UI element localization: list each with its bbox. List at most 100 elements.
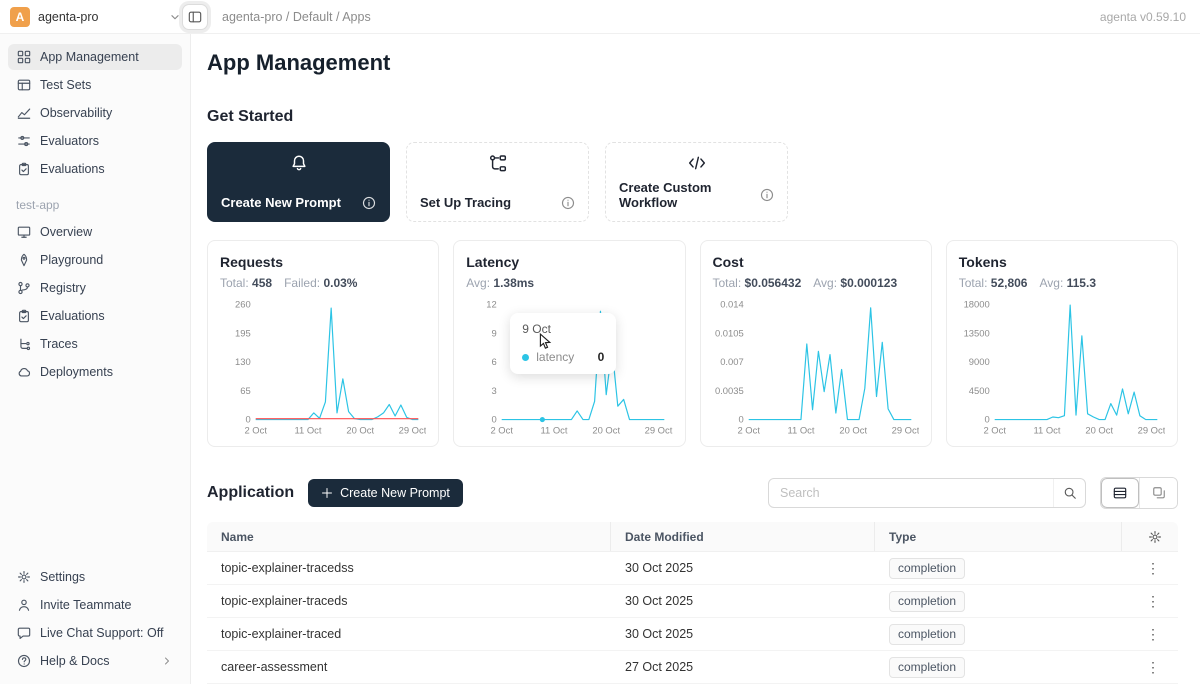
svg-text:0: 0 [492,414,497,425]
stat-label: Total: [713,276,742,290]
svg-text:6: 6 [492,356,497,367]
get-started-cards: Create New Prompt Set Up Tracing Create Cu… [207,142,1178,222]
sidebar-item-label: Traces [40,337,78,351]
sidebar-app-section-label: test-app [8,182,182,219]
svg-text:0: 0 [738,414,743,425]
app-version: agenta v0.59.10 [1100,10,1186,24]
stat-card-latency: LatencyAvg: 1.38ms1296302 Oct11 Oct20 Oc… [453,240,685,447]
sidebar-item-observability[interactable]: Observability [8,100,182,126]
cloud-icon [16,365,31,379]
svg-text:0: 0 [984,414,989,425]
stat-value: 52,806 [991,276,1028,290]
chart-requests: 2601951306502 Oct11 Oct20 Oct29 Oct [220,298,426,441]
table-row[interactable]: career-assessment27 Oct 2025completion⋮ [207,651,1178,684]
series-dot-icon [522,354,529,361]
sidebar-item-evaluations[interactable]: Evaluations [8,303,182,329]
info-icon[interactable] [362,196,376,210]
sidebar-item-overview[interactable]: Overview [8,219,182,245]
sidebar-item-label: Invite Teammate [40,598,131,612]
sidebar: App Management Test Sets Observability Eval… [0,34,191,684]
sidebar-item-live-chat-support-off[interactable]: Live Chat Support: Off [8,620,182,646]
sidebar-bottom-nav: Settings Invite Teammate Live Chat Support… [8,564,182,674]
sidebar-item-label: Deployments [40,365,113,379]
app-name[interactable]: career-assessment [207,660,611,674]
svg-text:2 Oct: 2 Oct [737,424,760,435]
info-icon[interactable] [561,196,575,210]
sidebar-item-label: Observability [40,106,112,120]
sidebar-item-test-sets[interactable]: Test Sets [8,72,182,98]
table-row[interactable]: topic-explainer-tracedss30 Oct 2025compl… [207,552,1178,585]
column-header-date-modified: Date Modified [611,522,875,551]
row-menu-button[interactable]: ⋮ [1142,590,1164,612]
type-badge: completion [889,558,965,579]
start-card-create-new-prompt[interactable]: Create New Prompt [207,142,390,222]
sidebar-item-evaluations[interactable]: Evaluations [8,156,182,182]
row-menu-button[interactable]: ⋮ [1142,656,1164,678]
chevron-down-icon [168,10,182,24]
start-card-set-up-tracing[interactable]: Set Up Tracing [406,142,589,222]
gear-icon [16,570,31,584]
stat-value: $0.056432 [745,276,802,290]
stat-card-stats: Total: $0.056432Avg: $0.000123 [713,276,919,290]
svg-text:29 Oct: 29 Oct [645,424,673,435]
sidebar-item-deployments[interactable]: Deployments [8,359,182,385]
app-type-cell: completion [875,657,1122,678]
table-row[interactable]: topic-explainer-traced30 Oct 2025complet… [207,618,1178,651]
svg-text:0.0035: 0.0035 [714,385,743,396]
svg-text:12: 12 [487,299,497,310]
row-menu-button[interactable]: ⋮ [1142,557,1164,579]
mouse-cursor-icon [538,333,553,353]
row-menu-button[interactable]: ⋮ [1142,623,1164,645]
svg-text:20 Oct: 20 Oct [1085,424,1113,435]
table-header: Name Date Modified Type [207,522,1178,552]
sidebar-item-help-docs[interactable]: Help & Docs [8,648,182,674]
stat-card-tokens: TokensTotal: 52,806Avg: 115.318000135009… [946,240,1178,447]
sidebar-collapse-button[interactable] [182,4,208,30]
workspace-switcher[interactable]: A agenta-pro [10,7,182,27]
sidebar-item-registry[interactable]: Registry [8,275,182,301]
sidebar-panel-icon [188,10,202,24]
table-view-button[interactable] [1101,478,1139,508]
sidebar-item-traces[interactable]: Traces [8,331,182,357]
sidebar-item-evaluators[interactable]: Evaluators [8,128,182,154]
table-row[interactable]: topic-explainer-traceds30 Oct 2025comple… [207,585,1178,618]
sidebar-item-playground[interactable]: Playground [8,247,182,273]
svg-text:4500: 4500 [969,385,990,396]
app-name[interactable]: topic-explainer-traceds [207,594,611,608]
stat-value: 1.38ms [493,276,534,290]
start-card-label: Set Up Tracing [420,195,511,210]
tooltip-date: 9 Oct [522,322,604,336]
sidebar-item-label: App Management [40,50,139,64]
search-input[interactable] [769,486,1053,500]
breadcrumb[interactable]: agenta-pro / Default / Apps [222,10,371,24]
start-card-label: Create New Prompt [221,195,341,210]
sidebar-item-invite-teammate[interactable]: Invite Teammate [8,592,182,618]
start-card-create-custom-workflow[interactable]: Create Custom Workflow [605,142,788,222]
svg-text:0: 0 [246,414,251,425]
chart-tooltip: 9 Octlatency0 [510,313,616,374]
svg-text:9: 9 [492,327,497,338]
start-card-label: Create Custom Workflow [619,180,760,210]
search-icon[interactable] [1053,479,1085,507]
info-icon[interactable] [760,188,774,202]
app-name[interactable]: topic-explainer-tracedss [207,561,611,575]
svg-text:13500: 13500 [963,327,989,338]
tracing-icon [420,154,575,172]
application-header: Application Create New Prompt [207,477,1178,509]
sidebar-item-label: Test Sets [40,78,91,92]
table-settings-icon[interactable] [1148,530,1162,544]
column-header-type: Type [875,522,1122,551]
app-name[interactable]: topic-explainer-traced [207,627,611,641]
sidebar-item-settings[interactable]: Settings [8,564,182,590]
create-new-prompt-button[interactable]: Create New Prompt [308,479,463,507]
column-header-name: Name [207,522,611,551]
sidebar-item-label: Help & Docs [40,654,109,668]
svg-text:18000: 18000 [963,299,989,310]
svg-text:65: 65 [240,385,250,396]
card-view-button[interactable] [1139,478,1177,508]
clipboard-icon [16,162,31,176]
sidebar-item-app-management[interactable]: App Management [8,44,182,70]
svg-text:9000: 9000 [969,356,990,367]
create-new-prompt-label: Create New Prompt [340,486,450,500]
sidebar-item-label: Playground [40,253,103,267]
